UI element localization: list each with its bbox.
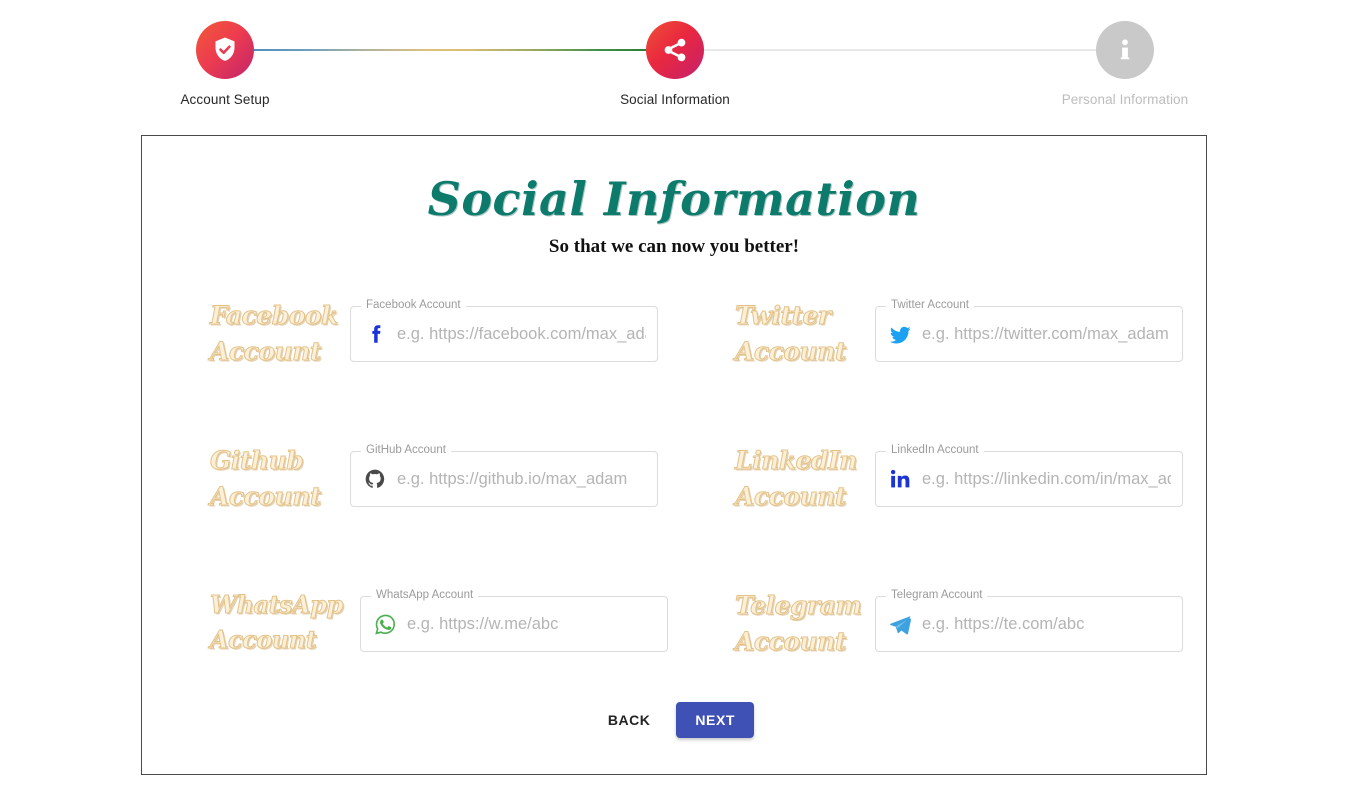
whatsapp-account-field[interactable]: WhatsApp Account <box>360 589 668 652</box>
field-inner <box>875 451 1183 507</box>
github-account-input[interactable] <box>397 469 646 489</box>
github-icon <box>363 467 387 491</box>
stepper-label-account-setup: Account Setup <box>180 92 270 107</box>
field-inner <box>360 596 668 652</box>
script-label-whatsapp: WhatsApp Account <box>210 590 344 655</box>
telegram-account-field[interactable]: Telegram Account <box>875 589 1183 652</box>
social-accounts-form: Facebook Account Facebook Account e.g. h… <box>142 290 1208 725</box>
facebook-account-input[interactable] <box>397 324 646 344</box>
script-label-facebook: Facebook Account <box>210 301 339 367</box>
social-information-card: Social Information So that we can now yo… <box>141 135 1207 775</box>
back-button[interactable]: BACK <box>596 703 662 737</box>
share-icon <box>646 21 704 79</box>
linkedin-account-input[interactable] <box>922 469 1171 489</box>
stepper-label-social-information: Social Information <box>620 92 730 107</box>
info-icon <box>1096 21 1154 79</box>
stepper-item-personal-information[interactable]: Personal Information <box>1025 0 1225 107</box>
page-title: Social Information <box>427 172 921 226</box>
telegram-account-input[interactable] <box>922 614 1171 634</box>
twitter-account-field[interactable]: Twitter Account <box>875 299 1183 362</box>
linkedin-icon <box>888 467 912 491</box>
facebook-icon <box>363 322 387 346</box>
field-inner <box>875 306 1183 362</box>
stepper: Account Setup Social Information Persona… <box>0 0 1350 125</box>
shield-check-icon <box>196 21 254 79</box>
field-inner <box>350 451 658 507</box>
form-cell-linkedin: LinkedIn Account LinkedIn Account <box>675 435 1208 580</box>
facebook-account-field[interactable]: Facebook Account <box>350 299 658 362</box>
stepper-item-social-information[interactable]: Social Information <box>575 0 775 107</box>
form-cell-github: Github Account GitHub Account <box>142 435 675 580</box>
stepper-item-account-setup[interactable]: Account Setup <box>125 0 325 107</box>
page-subtitle: So that we can now you better! <box>548 236 800 257</box>
field-inner <box>875 596 1183 652</box>
twitter-icon <box>888 322 912 346</box>
script-label-linkedin: LinkedIn Account <box>735 446 858 512</box>
field-inner <box>350 306 658 362</box>
whatsapp-account-input[interactable] <box>407 614 656 634</box>
stepper-label-personal-information: Personal Information <box>1061 92 1189 107</box>
form-cell-twitter: Twitter Account Twitter Account <box>675 290 1208 435</box>
whatsapp-icon <box>373 612 397 636</box>
twitter-account-input[interactable] <box>922 324 1171 344</box>
form-row: Facebook Account Facebook Account e.g. h… <box>142 290 1208 435</box>
script-label-telegram: Telegram Account <box>735 591 863 657</box>
form-row: Github Account GitHub Account e.g. https… <box>142 435 1208 580</box>
script-label-github: Github Account <box>210 446 322 512</box>
linkedin-account-field[interactable]: LinkedIn Account <box>875 444 1183 507</box>
form-cell-facebook: Facebook Account Facebook Account <box>142 290 675 435</box>
telegram-icon <box>888 612 912 636</box>
github-account-field[interactable]: GitHub Account <box>350 444 658 507</box>
form-actions: BACK NEXT <box>142 702 1208 738</box>
script-label-twitter: Twitter Account <box>735 301 847 367</box>
next-button[interactable]: NEXT <box>676 702 755 738</box>
